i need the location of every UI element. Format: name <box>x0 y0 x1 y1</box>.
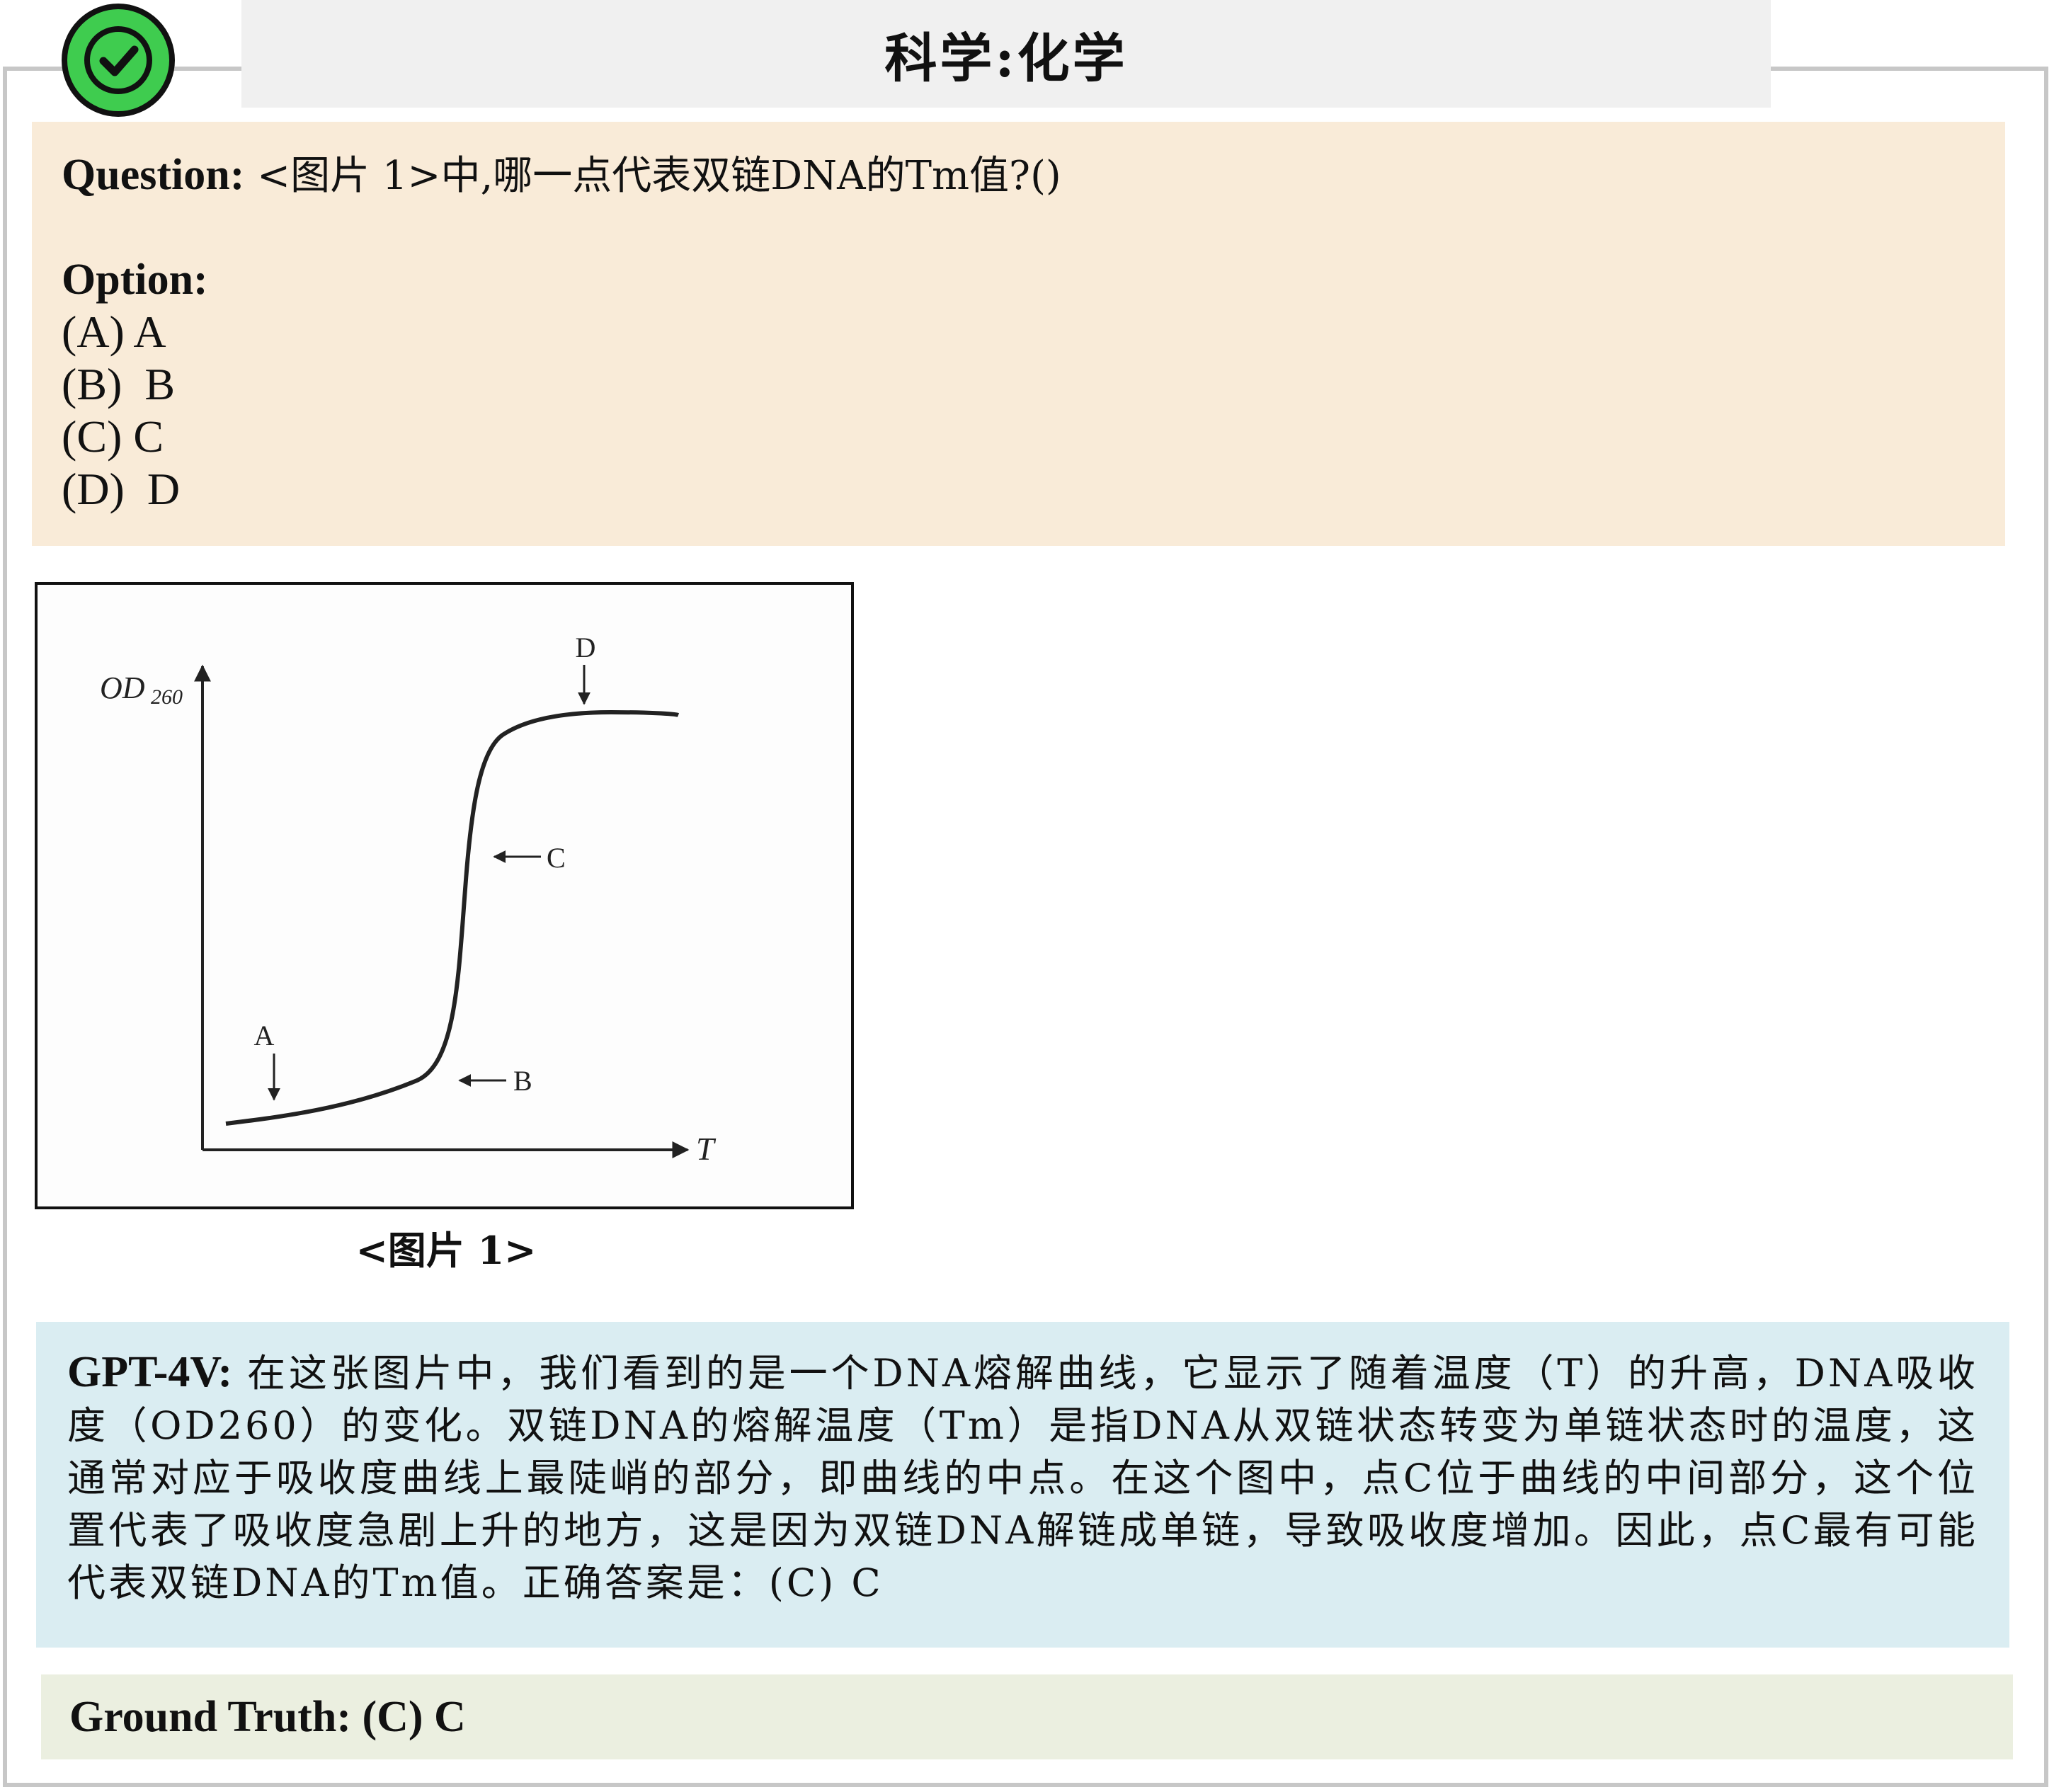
option-b: (B) B <box>62 359 175 409</box>
question-label: Question: <box>62 151 245 199</box>
point-label-a: A <box>254 1020 275 1051</box>
melting-curve-diagram: OD 260 T A B C D <box>100 632 717 1167</box>
model-answer-text: 在这张图片中，我们看到的是一个DNA熔解曲线，它显示了随着温度（T）的升高，DN… <box>67 1351 1978 1605</box>
option-a: (A) A <box>62 307 166 357</box>
y-axis-label: OD <box>100 670 145 705</box>
ground-truth-text: Ground Truth: (C) C <box>69 1692 466 1741</box>
model-label: GPT-4V: <box>67 1348 233 1396</box>
check-circle-icon <box>62 4 175 117</box>
option-c: (C) C <box>62 411 164 462</box>
option-d: (D) D <box>62 464 181 514</box>
melting-curve <box>225 709 680 1126</box>
question-line: Question: <图片 1>中,哪一点代表双链DNA的Tm值?() <box>62 149 1975 202</box>
figure-caption: <图片 1> <box>355 1228 537 1273</box>
question-text: <图片 1>中,哪一点代表双链DNA的Tm值?() <box>257 153 1061 199</box>
option-label: Option: <box>62 256 208 304</box>
point-label-d: D <box>576 632 596 663</box>
question-panel: Question: <图片 1>中,哪一点代表双链DNA的Tm值?() Opti… <box>32 122 2005 546</box>
ground-truth-panel: Ground Truth: (C) C <box>41 1674 2013 1759</box>
dna-melting-figure: OD 260 T A B C D <box>35 582 854 1209</box>
point-label-b: B <box>513 1065 532 1097</box>
point-label-c: C <box>547 842 566 874</box>
y-axis-subscript: 260 <box>151 685 183 709</box>
subject-title: 科学:化学 <box>241 0 1771 108</box>
x-axis-label: T <box>696 1131 717 1167</box>
model-answer-panel: GPT-4V: 在这张图片中，我们看到的是一个DNA熔解曲线，它显示了随着温度（T… <box>36 1322 2009 1648</box>
